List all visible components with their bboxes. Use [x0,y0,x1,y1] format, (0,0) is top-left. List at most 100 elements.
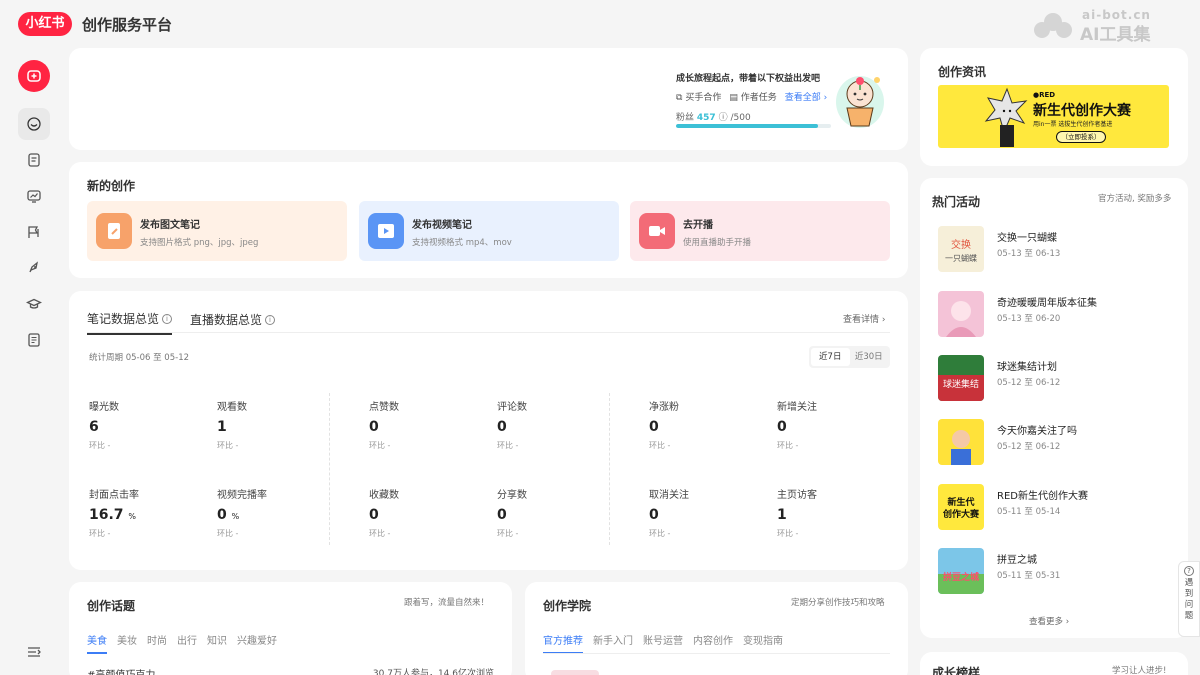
publish-video-note-tile[interactable]: 发布视频笔记 支持视频格式 mp4、mov [359,201,619,261]
metric-label: 新增关注 [777,402,817,413]
metric-item: 视频完播率 0 % 环比 - [217,486,327,539]
tab-travel[interactable]: 出行 [177,632,197,654]
metric-divider [609,393,610,545]
activity-title: 拼豆之城 [997,555,1037,566]
metric-item: 分享数 0 环比 - [497,486,607,539]
help-float-button[interactable]: ? 遇到问题 [1178,561,1200,637]
activity-item[interactable]: 交换 一只蝴蝶 交换一只蝴蝶 05-13 至 06-13 [938,226,1178,272]
hot-note: 官方活动, 奖励多多 [1098,194,1172,204]
tab-knowledge[interactable]: 知识 [207,632,227,654]
tab-monetization[interactable]: 变现指南 [743,632,783,654]
metric-value: 0 [369,507,479,523]
range-30-days[interactable]: 近30日 [850,348,889,366]
rail-live[interactable] [18,216,50,248]
cooperation-link[interactable]: ⧉ 买手合作 [676,90,721,103]
metric-compare: 环比 - [89,441,111,450]
tab-label: 直播数据总览 [190,313,263,327]
metric-item: 收藏数 0 环比 - [369,486,479,539]
tasks-label: 作者任务 [740,93,777,103]
view-detail-link[interactable]: 查看详情 › [843,312,886,325]
metric-number: 1 [217,419,227,435]
metric-unit: % [231,512,240,521]
activity-thumbnail [938,291,984,337]
rail-notes[interactable] [18,144,50,176]
tasks-link[interactable]: ▤ 作者任务 [729,90,776,103]
rocket-icon [29,261,38,273]
xiaohongshu-logo[interactable]: 小红书 [18,12,72,36]
metric-number: 6 [89,419,99,435]
publish-button[interactable] [18,60,50,92]
view-all-link[interactable]: 查看全部 › [785,90,827,103]
go-live-tile[interactable]: 去开播 使用直播助手开播 [630,201,890,261]
platform-title: 创作服务平台 [82,16,173,34]
tab-content-creation[interactable]: 内容创作 [693,632,733,654]
metric-compare: 环比 - [497,529,519,538]
growth-links: ⧉ 买手合作 ▤ 作者任务 查看全部 › [676,90,827,103]
news-banner[interactable]: ●RED 新生代创作大赛 用in一票 选拔生代创作者基进 （立即投系） [938,85,1169,148]
mascot-illustration [836,76,884,128]
activity-date: 05-12 至 06-12 [997,442,1061,452]
bag-icon: ⧉ [676,93,683,103]
tab-hobbies[interactable]: 兴趣爱好 [237,632,277,654]
note-icon [28,153,40,167]
activity-title: 球迷集结计划 [997,362,1057,373]
rail-academy[interactable] [18,288,50,320]
metric-item: 主页访客 1 环比 - [777,486,887,539]
video-note-icon [368,213,404,249]
rail-docs[interactable] [18,324,50,356]
home-icon [27,117,41,131]
metric-item: 封面点击率 16.7 % 环比 - [89,486,199,539]
tab-fashion[interactable]: 时尚 [147,632,167,654]
course-thumbnail[interactable] [551,670,599,675]
tab-official-recommend[interactable]: 官方推荐 [543,632,583,654]
activity-item[interactable]: 球迷集结 球迷集结计划 05-12 至 06-12 [938,355,1178,401]
activity-item[interactable]: 奇迹暖暖周年版本征集 05-13 至 06-20 [938,291,1178,337]
metric-compare: 环比 - [89,529,111,538]
view-more-link[interactable]: 查看更多 › [1029,615,1069,627]
tile-title: 发布视频笔记 [412,220,472,231]
metric-number: 16.7 [89,507,124,523]
growth-title: 成长旅程起点，带着以下权益出发吧 [676,74,821,84]
rail-monetize[interactable] [18,252,50,284]
metric-compare: 环比 - [369,529,391,538]
tile-title: 去开播 [683,220,713,231]
info-icon[interactable]: i [162,313,173,324]
metric-number: 0 [497,419,507,435]
svg-text:新生代: 新生代 [947,496,974,508]
tab-account-ops[interactable]: 账号运营 [643,632,683,654]
metric-label: 收藏数 [369,490,399,501]
metric-item: 新增关注 0 环比 - [777,398,887,451]
banner-title: 新生代创作大赛 [1033,103,1131,119]
metric-value: 1 [217,419,327,435]
activity-item[interactable]: 新生代 创作大赛 RED新生代创作大赛 05-11 至 05-14 [938,484,1178,530]
growth-list-note: 学习让人进步! [1112,666,1167,675]
publish-image-note-tile[interactable]: 发布图文笔记 支持图片格式 png、jpg、jpeg [87,201,347,261]
topic-row[interactable]: #高颜值巧克力 30.7万人参与，14.6亿次浏览 [87,666,494,675]
growth-examples-card: 成长榜样 学习让人进步! [920,652,1188,675]
tab-food[interactable]: 美食 [87,632,107,654]
metric-item: 点赞数 0 环比 - [369,398,479,451]
metric-value: 0 [649,419,759,435]
rail-data[interactable] [18,180,50,212]
rail-home[interactable] [18,108,50,140]
metric-label: 主页访客 [777,490,817,501]
metric-number: 0 [369,419,379,435]
tab-beginner[interactable]: 新手入门 [593,632,633,654]
range-7-days[interactable]: 近7日 [811,348,850,366]
topic-stat: 30.7万人参与，14.6亿次浏览 [372,669,494,675]
banner-cta[interactable]: （立即投系） [1056,131,1106,143]
metric-item: 曝光数 6 环比 - [89,398,199,451]
activity-thumbnail [938,419,984,465]
view-more-label: 查看更多 [1029,617,1064,627]
svg-text:一只蝴蝶: 一只蝴蝶 [945,253,977,263]
activity-item[interactable]: 拼豆之城 拼豆之城 05-11 至 05-31 [938,548,1178,594]
live-camera-icon [639,213,675,249]
info-icon[interactable]: i [265,314,276,325]
metric-compare: 环比 - [777,441,799,450]
metric-item: 评论数 0 环比 - [497,398,607,451]
collapse-menu-icon[interactable] [26,644,42,660]
tile-subtitle: 使用直播助手开播 [683,238,752,248]
news-title: 创作资讯 [938,65,987,79]
tab-beauty[interactable]: 美妆 [117,632,137,654]
activity-item[interactable]: 今天你嘉关注了吗 05-12 至 06-12 [938,419,1178,465]
